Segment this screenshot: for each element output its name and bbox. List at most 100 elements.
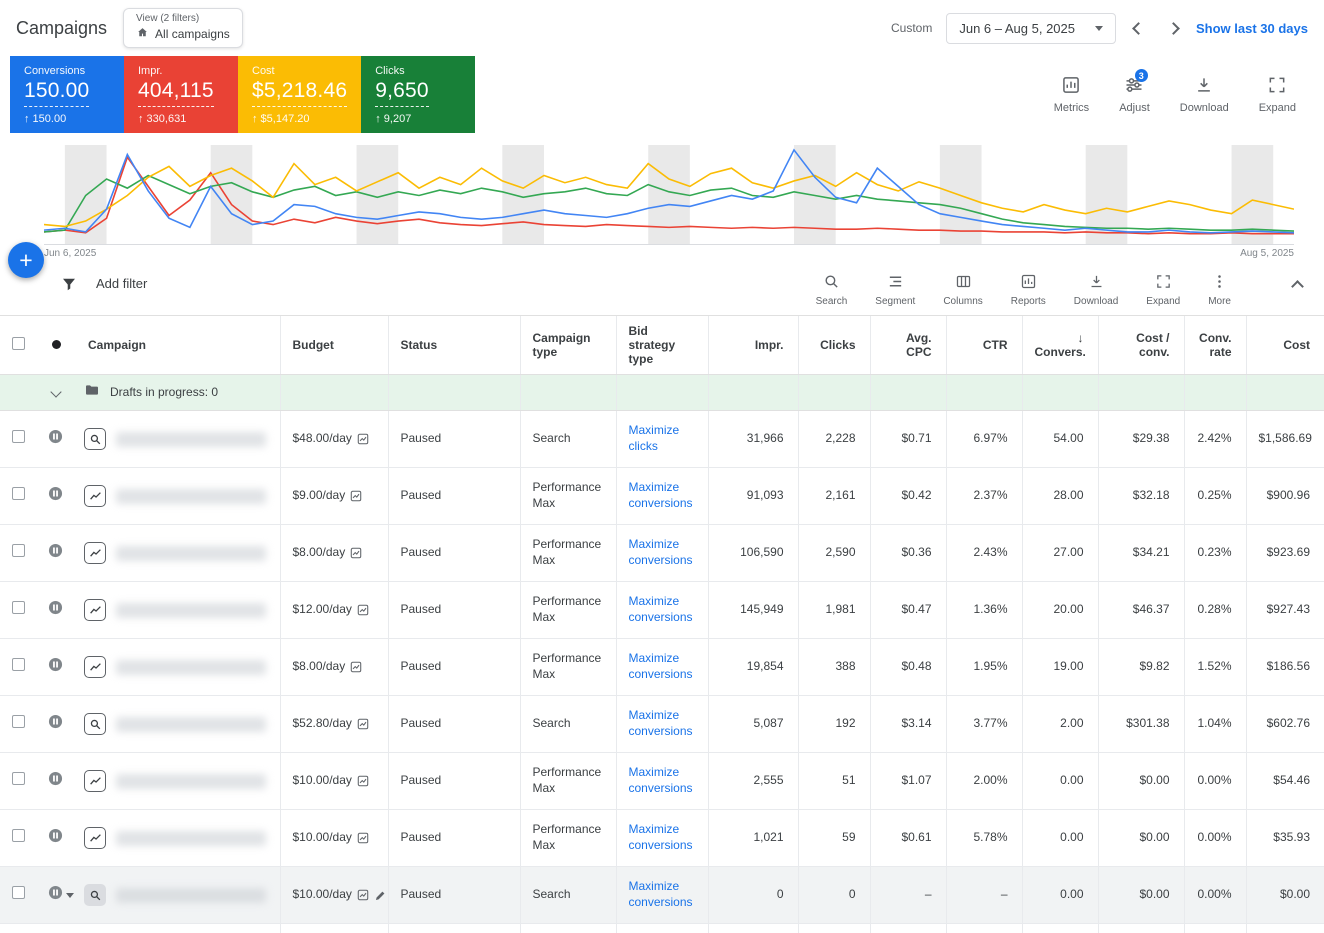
- select-all-checkbox[interactable]: [12, 337, 25, 350]
- campaign-name-redacted[interactable]: [116, 488, 266, 504]
- column-header-clicks[interactable]: Clicks: [797, 315, 870, 375]
- bid-strategy-report-icon[interactable]: [357, 775, 369, 787]
- edit-budget-icon[interactable]: [374, 889, 387, 902]
- campaign-name-redacted[interactable]: [116, 602, 266, 618]
- next-period-button[interactable]: [1167, 21, 1180, 35]
- bid-strategy-report-icon[interactable]: [350, 490, 362, 502]
- row-checkbox[interactable]: [12, 430, 25, 444]
- row-checkbox[interactable]: [12, 829, 25, 843]
- bid-strategy-link[interactable]: Maximize clicks: [629, 423, 680, 453]
- campaign-row[interactable]: $10.00/day Paused Performance Max Maximi…: [0, 752, 1324, 810]
- budget-value[interactable]: $8.00/day: [293, 545, 346, 561]
- budget-value[interactable]: $12.00/day: [293, 602, 352, 618]
- collapse-table-button[interactable]: [1289, 273, 1306, 300]
- columns-button[interactable]: Columns: [943, 273, 983, 307]
- bid-strategy-report-icon[interactable]: [350, 661, 362, 673]
- performance-trend-chart[interactable]: Jun 6, 2025 Aug 5, 2025: [44, 145, 1294, 259]
- campaign-name-redacted[interactable]: [116, 887, 266, 903]
- date-range-select[interactable]: Jun 6 – Aug 5, 2025: [946, 12, 1116, 44]
- campaign-name-redacted[interactable]: [116, 716, 266, 732]
- budget-value[interactable]: $10.00/day: [293, 830, 352, 846]
- paused-status-icon[interactable]: [48, 429, 63, 449]
- more-button[interactable]: More: [1208, 273, 1231, 307]
- bid-strategy-link[interactable]: Maximize conversions: [629, 765, 693, 795]
- campaign-row[interactable]: $52.80/day Paused Search Maximize conver…: [0, 695, 1324, 753]
- expand-table-button[interactable]: Expand: [1146, 273, 1180, 307]
- row-checkbox[interactable]: [12, 886, 25, 900]
- view-filter-chip[interactable]: View (2 filters) All campaigns: [123, 8, 243, 48]
- bid-strategy-report-icon[interactable]: [357, 889, 369, 901]
- bid-strategy-link[interactable]: Maximize conversions: [629, 651, 693, 681]
- download-metrics-button[interactable]: Download: [1180, 75, 1229, 114]
- bid-strategy-link[interactable]: Maximize conversions: [629, 594, 693, 624]
- adjust-button[interactable]: 3 Adjust: [1119, 69, 1150, 114]
- paused-status-icon[interactable]: [48, 828, 63, 848]
- campaign-name-redacted[interactable]: [116, 431, 266, 447]
- column-header-bid-strategy-type[interactable]: Bid strategy type: [615, 315, 708, 375]
- bid-strategy-report-icon[interactable]: [357, 433, 369, 445]
- campaign-name-redacted[interactable]: [116, 545, 266, 561]
- row-checkbox[interactable]: [12, 658, 25, 672]
- campaign-row[interactable]: $20.00/day Paused Demand Gen Maximize co…: [0, 923, 1324, 933]
- column-header-status[interactable]: Status: [387, 315, 520, 375]
- row-checkbox[interactable]: [12, 544, 25, 558]
- show-last-30-days-link[interactable]: Show last 30 days: [1196, 21, 1308, 36]
- campaign-row[interactable]: $8.00/day Paused Performance Max Maximiz…: [0, 524, 1324, 582]
- download-table-button[interactable]: Download: [1074, 273, 1118, 307]
- budget-value[interactable]: $10.00/day: [293, 887, 352, 903]
- metrics-button[interactable]: Metrics: [1054, 75, 1089, 114]
- column-header-budget[interactable]: Budget: [279, 315, 388, 375]
- bid-strategy-link[interactable]: Maximize conversions: [629, 879, 693, 909]
- chevron-down-icon[interactable]: [50, 386, 62, 398]
- status-caret-icon[interactable]: [66, 892, 74, 898]
- bid-strategy-report-icon[interactable]: [357, 718, 369, 730]
- bid-strategy-link[interactable]: Maximize conversions: [629, 708, 693, 738]
- reports-button[interactable]: Reports: [1011, 273, 1046, 307]
- budget-value[interactable]: $52.80/day: [293, 716, 352, 732]
- campaign-row[interactable]: $9.00/day Paused Performance Max Maximiz…: [0, 467, 1324, 525]
- budget-value[interactable]: $48.00/day: [293, 431, 352, 447]
- column-header-avg-cpc[interactable]: Avg. CPC: [869, 315, 946, 375]
- row-checkbox[interactable]: [12, 601, 25, 615]
- search-button[interactable]: Search: [816, 273, 847, 307]
- column-header-campaign-type[interactable]: Campaign type: [519, 315, 616, 375]
- paused-status-icon[interactable]: [48, 771, 63, 791]
- campaign-name-redacted[interactable]: [116, 659, 266, 675]
- bid-strategy-link[interactable]: Maximize conversions: [629, 537, 693, 567]
- column-header-conv-rate[interactable]: Conv. rate: [1183, 315, 1246, 375]
- expand-chart-button[interactable]: Expand: [1259, 75, 1296, 114]
- paused-status-icon[interactable]: [48, 885, 63, 905]
- budget-value[interactable]: $9.00/day: [293, 488, 346, 504]
- campaign-row[interactable]: $12.00/day Paused Performance Max Maximi…: [0, 581, 1324, 639]
- campaign-row[interactable]: $10.00/day Paused Search Maximize conver…: [0, 866, 1324, 924]
- column-header-conversions[interactable]: ↓ Convers.: [1021, 315, 1098, 375]
- paused-status-icon[interactable]: [48, 657, 63, 677]
- filter-button[interactable]: [58, 273, 80, 298]
- row-checkbox[interactable]: [12, 487, 25, 501]
- scorecard-clicks[interactable]: Clicks 9,650 ↑ 9,207: [361, 56, 476, 133]
- campaign-name-redacted[interactable]: [116, 830, 266, 846]
- column-header-campaign[interactable]: Campaign: [76, 315, 280, 375]
- previous-period-button[interactable]: [1132, 21, 1145, 35]
- scorecard-conversions[interactable]: Conversions 150.00 ↑ 150.00: [10, 56, 124, 133]
- row-checkbox[interactable]: [12, 715, 25, 729]
- budget-value[interactable]: $10.00/day: [293, 773, 352, 789]
- campaign-row[interactable]: $48.00/day Paused Search Maximize clicks…: [0, 410, 1324, 468]
- scorecard-impressions[interactable]: Impr. 404,115 ↑ 330,631: [124, 56, 238, 133]
- column-header-cost-per-conv[interactable]: Cost / conv.: [1097, 315, 1184, 375]
- segment-button[interactable]: Segment: [875, 273, 915, 307]
- bid-strategy-report-icon[interactable]: [357, 832, 369, 844]
- add-filter-label[interactable]: Add filter: [96, 276, 147, 291]
- budget-value[interactable]: $8.00/day: [293, 659, 346, 675]
- campaign-name-redacted[interactable]: [116, 773, 266, 789]
- row-checkbox[interactable]: [12, 772, 25, 786]
- add-campaign-button[interactable]: +: [8, 242, 44, 278]
- paused-status-icon[interactable]: [48, 543, 63, 563]
- bid-strategy-link[interactable]: Maximize conversions: [629, 480, 693, 510]
- paused-status-icon[interactable]: [48, 486, 63, 506]
- scorecard-cost[interactable]: Cost $5,218.46 ↑ $5,147.20: [238, 56, 362, 133]
- bid-strategy-report-icon[interactable]: [357, 604, 369, 616]
- bid-strategy-link[interactable]: Maximize conversions: [629, 822, 693, 852]
- column-header-cost[interactable]: Cost: [1245, 315, 1324, 375]
- campaign-row[interactable]: $8.00/day Paused Performance Max Maximiz…: [0, 638, 1324, 696]
